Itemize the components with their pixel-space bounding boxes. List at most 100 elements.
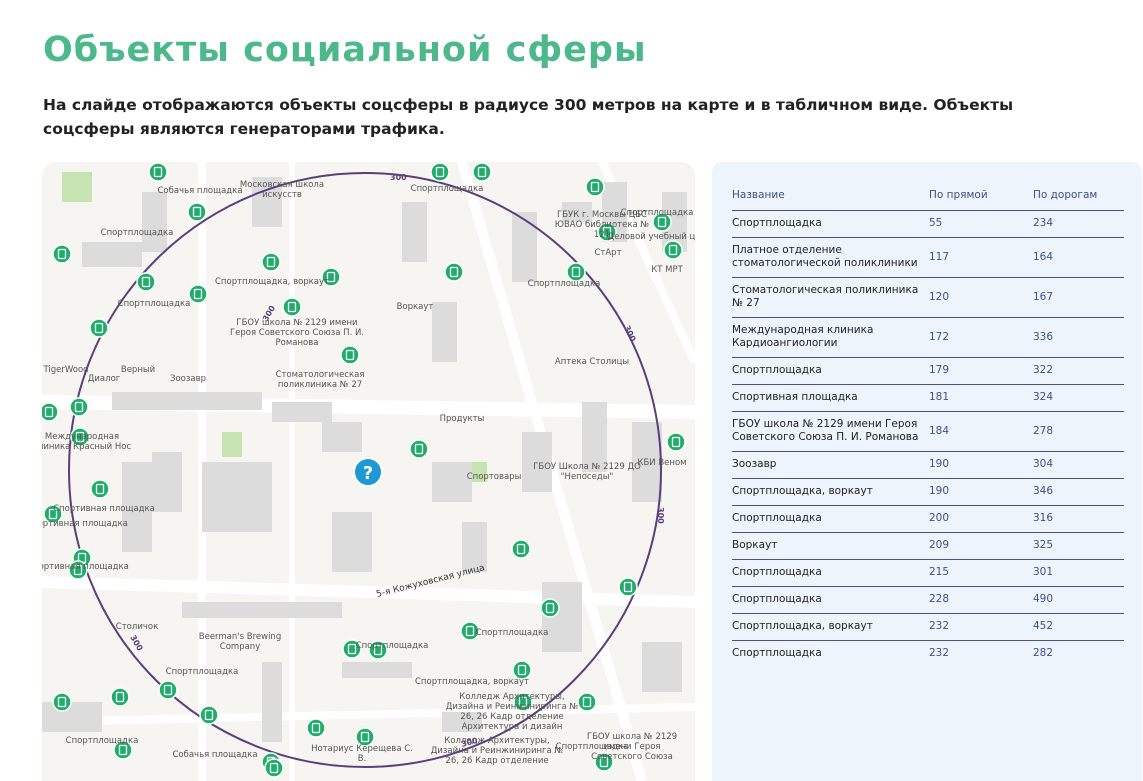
map-place-label[interactable]: Колледж Архитектуры, Дизайна и Реинжинир… [442, 692, 582, 732]
map-place-label[interactable]: Зоозавр [170, 374, 206, 384]
map-place-label[interactable]: Спортплощадка, воркаут [215, 277, 329, 287]
distance-direct: 232 [929, 647, 950, 659]
distance-road: 282 [1033, 647, 1054, 659]
distance-road: 301 [1033, 559, 1124, 587]
radius-label: 300 [622, 324, 637, 343]
table-row: Международная клиника Кардиоангиологии 17… [732, 317, 1124, 358]
place-marker-icon [663, 240, 683, 260]
map-place-label[interactable]: Спортплощадка [66, 736, 139, 746]
distance-direct: 55 [929, 210, 1033, 238]
place-marker-icon [52, 692, 72, 712]
map-place-label[interactable]: Воркаут [397, 302, 434, 312]
place-marker-icon [52, 244, 72, 264]
distance-direct: 228 [929, 586, 1033, 614]
object-name: Стоматологическая поликлиника № 27 [732, 277, 929, 318]
map-place-label[interactable]: Спортплощадка [411, 184, 484, 194]
distance-road: 278 [1033, 411, 1124, 452]
place-marker-icon [69, 397, 89, 417]
park [62, 172, 92, 202]
map-place-label[interactable]: Московская школа искусств [227, 180, 337, 200]
map-place-label[interactable]: Аптека Столицы [555, 357, 629, 367]
map-place-label[interactable]: ГБОУ Школа № 2129 ДО "Непоседы" [532, 462, 642, 482]
map-place-label[interactable]: Спортивная площадка [53, 504, 155, 514]
map-place-label[interactable]: Beerman's Brewing Company [185, 632, 295, 652]
distance-road: 234 [1033, 210, 1124, 238]
map-place-label[interactable]: Спортплощадка [166, 667, 239, 677]
object-name: Спортплощадка [732, 647, 822, 659]
map-place-label[interactable]: Спортивная площадка [42, 519, 128, 529]
map-place-label[interactable]: Спортплощадка, воркаут [415, 677, 529, 687]
map-place-label[interactable]: Спортплощадка [118, 299, 191, 309]
object-name: Воркаут [732, 532, 929, 560]
radius-label: 300 [656, 507, 665, 524]
place-marker-icon [282, 297, 302, 317]
object-name: Спортивная площадка [732, 384, 929, 412]
column-header-road: По дорогам [1033, 186, 1124, 211]
map-place-label[interactable]: ГБОУ школа № 2129 имени Героя Советского… [227, 318, 367, 348]
object-name: Спортплощадка [732, 210, 929, 238]
radius-label: 300 [390, 173, 407, 182]
place-marker-icon [158, 680, 178, 700]
map-place-label[interactable]: Продукты [440, 414, 485, 424]
map-place-label[interactable]: КТ МРТ [651, 265, 683, 275]
map-place-label[interactable]: Столичок [116, 622, 158, 632]
map-place-label[interactable]: Спортивная площадка [42, 562, 129, 572]
building [512, 212, 537, 282]
page-subtitle: На слайде отображаются объекты соцсферы … [43, 96, 1014, 138]
park [222, 432, 242, 457]
social-objects-table: Название По прямой По дорогам Спортплоща… [732, 186, 1124, 667]
map-place-label[interactable]: Спортплощадка [356, 641, 429, 651]
map-place-label[interactable]: Верный [121, 365, 155, 375]
building [242, 462, 272, 532]
distance-road: 346 [1033, 478, 1124, 506]
map-place-label[interactable]: Спортплощадка [476, 628, 549, 638]
distance-direct: 200 [929, 505, 1033, 533]
table-row: Спортплощадка 179 322 [732, 357, 1124, 385]
map-place-label[interactable]: Деловой учебный центр [608, 232, 695, 242]
distance-direct: 190 [929, 478, 1033, 506]
radius-label: 300 [128, 634, 144, 653]
distance-road: 452 [1033, 613, 1124, 641]
distance-direct: 190 [929, 451, 1033, 479]
map-place-label[interactable]: Спортплощадка [621, 208, 694, 218]
column-header-direct: По прямой [929, 186, 1033, 211]
place-marker-icon [430, 162, 450, 182]
building [332, 512, 372, 572]
object-name: Спортплощадка, воркаут [732, 613, 929, 641]
map-place-label[interactable]: ГБОУ школа № 2129 имени Героя Советского… [577, 732, 687, 762]
distance-direct: 184 [929, 411, 1033, 452]
table-row: Платное отделение стоматологической поли… [732, 237, 1124, 278]
distance-direct: 179 [929, 357, 1033, 385]
map-place-label[interactable]: СтАрт [594, 248, 621, 258]
object-name: Спортплощадка [732, 357, 929, 385]
place-marker-icon [261, 252, 281, 272]
building [432, 302, 457, 362]
map-place-label[interactable]: Колледж Архитектуры, Дизайна и Реинжинир… [427, 736, 567, 766]
map-place-label[interactable]: Международная клиника Красный Нос [42, 432, 137, 452]
map[interactable]: 300 300 300 300 300 300 5-я Кожуховская улица?… [42, 162, 695, 781]
building [182, 602, 342, 618]
table-header-row: Название По прямой По дорогам [732, 186, 1124, 211]
distance-direct: 232 [929, 613, 1033, 641]
map-place-label[interactable]: Стоматологическая поликлиника № 27 [265, 370, 375, 390]
map-place-label[interactable]: TigerWood [43, 365, 88, 375]
building [112, 392, 262, 410]
map-place-label[interactable]: Нотариус Керещева С. В. [307, 744, 417, 764]
map-place-label[interactable]: Спортовары [467, 472, 522, 482]
distance-road: 316 [1033, 505, 1124, 533]
map-place-label[interactable]: Диалог [88, 374, 120, 384]
place-marker-icon [511, 539, 531, 559]
map-place-label[interactable]: Спортплощадка [528, 279, 601, 289]
place-marker-icon [340, 345, 360, 365]
table-row: ГБОУ школа № 2129 имени Героя Советского… [732, 411, 1124, 452]
map-place-label[interactable]: Спортплощадка [101, 228, 174, 238]
map-place-label[interactable]: Собачья площадка [172, 750, 257, 760]
table-row: Спортплощадка 232 282 [732, 641, 1124, 668]
place-marker-icon [90, 479, 110, 499]
place-marker-icon [187, 202, 207, 222]
table-row: Спортплощадка 55 234 [732, 210, 1124, 238]
map-place-label[interactable]: КБИ Веном [637, 458, 686, 468]
distance-road: 167 [1033, 277, 1124, 318]
building [202, 462, 242, 532]
distance-direct: 117 [929, 237, 1033, 278]
